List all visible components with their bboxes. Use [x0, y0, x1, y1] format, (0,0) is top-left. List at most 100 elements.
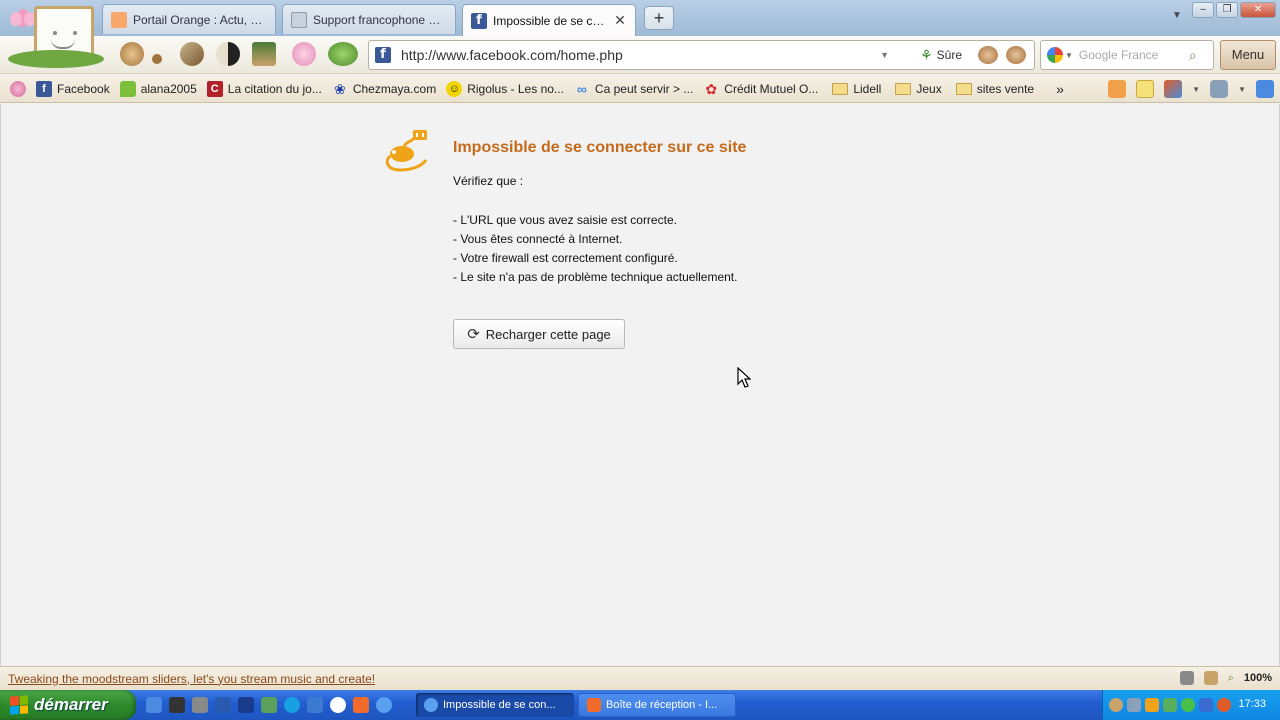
- lily-pad-icon: [8, 50, 104, 68]
- notes-icon[interactable]: [1136, 80, 1155, 98]
- reload-icon: ⟳: [467, 326, 480, 343]
- bookmark-folder-sites-vente[interactable]: sites vente: [955, 82, 1034, 96]
- reload-button[interactable]: ⟳ Recharger cette page: [453, 319, 625, 349]
- printer-icon[interactable]: [1179, 671, 1194, 685]
- mail-icon[interactable]: [353, 697, 369, 713]
- downloads-icon[interactable]: [1256, 80, 1274, 98]
- bookmark-label: Rigolus - Les no...: [467, 81, 564, 96]
- tools-chevron-icon[interactable]: ▼: [1192, 85, 1200, 94]
- monitor-icon[interactable]: [1127, 698, 1141, 712]
- fan-icon[interactable]: [978, 46, 998, 64]
- restore-button[interactable]: ❐: [1216, 2, 1238, 18]
- tab-impossible-connect[interactable]: f Impossible de se con... ✕: [462, 4, 636, 36]
- folder-icon: [832, 82, 849, 95]
- bookmark-rigolus[interactable]: ☺ Rigolus - Les no...: [446, 80, 564, 97]
- search-box[interactable]: ▼ Google France ⌕: [1040, 40, 1214, 70]
- messenger-tray-icon[interactable]: [1163, 698, 1177, 712]
- address-bar[interactable]: f http://www.facebook.com/home.php ▼ ⚘ S…: [368, 40, 1035, 70]
- bookmark-citation[interactable]: C La citation du jo...: [206, 80, 322, 97]
- internet-explorer-icon[interactable]: [307, 697, 323, 713]
- bookmark-credit-mutuel[interactable]: ✿ Crédit Mutuel O...: [703, 81, 818, 97]
- minimize-button[interactable]: –: [1192, 2, 1214, 18]
- search-icon[interactable]: ⌕: [1189, 47, 1213, 64]
- tab-list-chevron-icon[interactable]: ▼: [1172, 10, 1182, 21]
- close-tab-icon[interactable]: ✕: [613, 12, 627, 29]
- check-tray-icon[interactable]: [1181, 698, 1195, 712]
- support-favicon-icon: [291, 11, 307, 28]
- close-window-button[interactable]: ✕: [1240, 2, 1276, 18]
- start-button[interactable]: démarrer: [0, 690, 136, 720]
- antivirus-tray-icon[interactable]: [1217, 698, 1231, 712]
- chat-icon: [119, 80, 136, 97]
- network-tray-icon[interactable]: [1145, 698, 1159, 712]
- bookmarks-menu-icon[interactable]: [10, 80, 26, 97]
- google-icon[interactable]: [1047, 47, 1063, 63]
- checklist-item: - L'URL que vous avez saisie est correct…: [453, 213, 677, 227]
- bell-icon[interactable]: [1203, 671, 1218, 685]
- camera-icon[interactable]: [1210, 80, 1229, 98]
- bookmark-facebook[interactable]: f Facebook: [36, 80, 110, 97]
- tab-label: Support francophone de...: [313, 12, 447, 27]
- ie-icon[interactable]: [146, 697, 162, 713]
- bookmark-folder-jeux[interactable]: Jeux: [895, 82, 942, 96]
- network-icon[interactable]: [261, 697, 277, 713]
- clock: 17:33: [1238, 698, 1266, 710]
- title-bar: Portail Orange : Actu, Sp... Support fra…: [0, 0, 1280, 68]
- taskbar-item-mail[interactable]: Boîte de réception - I...: [578, 693, 736, 717]
- bead-icon: [152, 54, 162, 64]
- taskbar-item-browser[interactable]: Impossible de se con...: [416, 693, 574, 717]
- status-link[interactable]: Tweaking the moodstream sliders, let's y…: [8, 672, 375, 686]
- window-controls: – ❐ ✕: [1192, 2, 1276, 18]
- url-history-chevron-icon[interactable]: ▼: [880, 50, 900, 60]
- bookmark-alana2005[interactable]: alana2005: [119, 80, 197, 97]
- facebook-favicon-icon: f: [471, 12, 487, 29]
- word-icon[interactable]: [215, 697, 231, 713]
- bookmark-label: Facebook: [57, 81, 110, 96]
- zoom-level[interactable]: 100%: [1244, 672, 1272, 684]
- bookmark-ca-peut-servir[interactable]: ∞ Ca peut servir > ...: [574, 81, 693, 97]
- tab-support-francophone[interactable]: Support francophone de...: [282, 4, 456, 34]
- status-bar: Tweaking the moodstream sliders, let's y…: [0, 666, 1280, 690]
- reload-label: Recharger cette page: [485, 326, 611, 342]
- camera-chevron-icon[interactable]: ▼: [1238, 85, 1246, 94]
- mouse-pointer-icon: [737, 367, 751, 388]
- bank-icon: ✿: [705, 80, 718, 97]
- bookmark-folder-lidell[interactable]: Lidell: [832, 82, 881, 96]
- rss-icon[interactable]: [1108, 80, 1127, 98]
- tab-portail-orange[interactable]: Portail Orange : Actu, Sp...: [102, 4, 276, 34]
- security-label: Sûre: [936, 48, 962, 62]
- messenger-icon[interactable]: [238, 697, 254, 713]
- zoom-icon[interactable]: ⌕: [1228, 672, 1234, 685]
- error-lead: Vérifiez que :: [453, 174, 524, 188]
- url-text[interactable]: http://www.facebook.com/home.php: [401, 47, 880, 63]
- display-tray-icon[interactable]: [1199, 698, 1213, 712]
- media-player-icon[interactable]: [330, 697, 346, 713]
- error-title: Impossible de se connecter sur ce site: [453, 139, 747, 156]
- bookmarks-bar: f Facebook alana2005 C La citation du jo…: [0, 75, 1280, 103]
- menu-button[interactable]: Menu: [1220, 40, 1276, 70]
- tab-label: Portail Orange : Actu, Sp...: [133, 12, 267, 27]
- new-tab-button[interactable]: +: [644, 6, 674, 30]
- paw-icon: ❀: [333, 80, 346, 97]
- error-checklist: - L'URL que vous avez saisie est correct…: [453, 211, 737, 287]
- bookmark-chezmaya[interactable]: ❀ Chezmaya.com: [332, 81, 436, 97]
- security-indicator[interactable]: ⚘ Sûre: [920, 47, 962, 64]
- shield-icon[interactable]: [1006, 46, 1026, 64]
- search-engine-chevron-icon[interactable]: ▼: [1065, 51, 1073, 60]
- tray-collapse-icon[interactable]: [1109, 698, 1123, 712]
- user-icon[interactable]: [192, 697, 208, 713]
- maxthon-icon[interactable]: [376, 697, 392, 713]
- search-placeholder[interactable]: Google France: [1079, 48, 1189, 62]
- explorer-icon[interactable]: [169, 697, 185, 713]
- orange-favicon-icon: [111, 11, 127, 28]
- bookmark-label: Crédit Mutuel O...: [724, 81, 819, 96]
- office-icon[interactable]: [1164, 80, 1183, 98]
- skype-icon[interactable]: [284, 697, 300, 713]
- tab-label: Impossible de se con...: [493, 13, 607, 28]
- bookmark-label: Lidell: [853, 81, 882, 96]
- start-label: démarrer: [34, 695, 108, 714]
- bookmarks-overflow-chevron-icon[interactable]: »: [1056, 81, 1064, 97]
- smiley-icon: ☺: [446, 80, 463, 97]
- theme-logo: [4, 2, 108, 70]
- task-label: Boîte de réception - I...: [606, 699, 718, 711]
